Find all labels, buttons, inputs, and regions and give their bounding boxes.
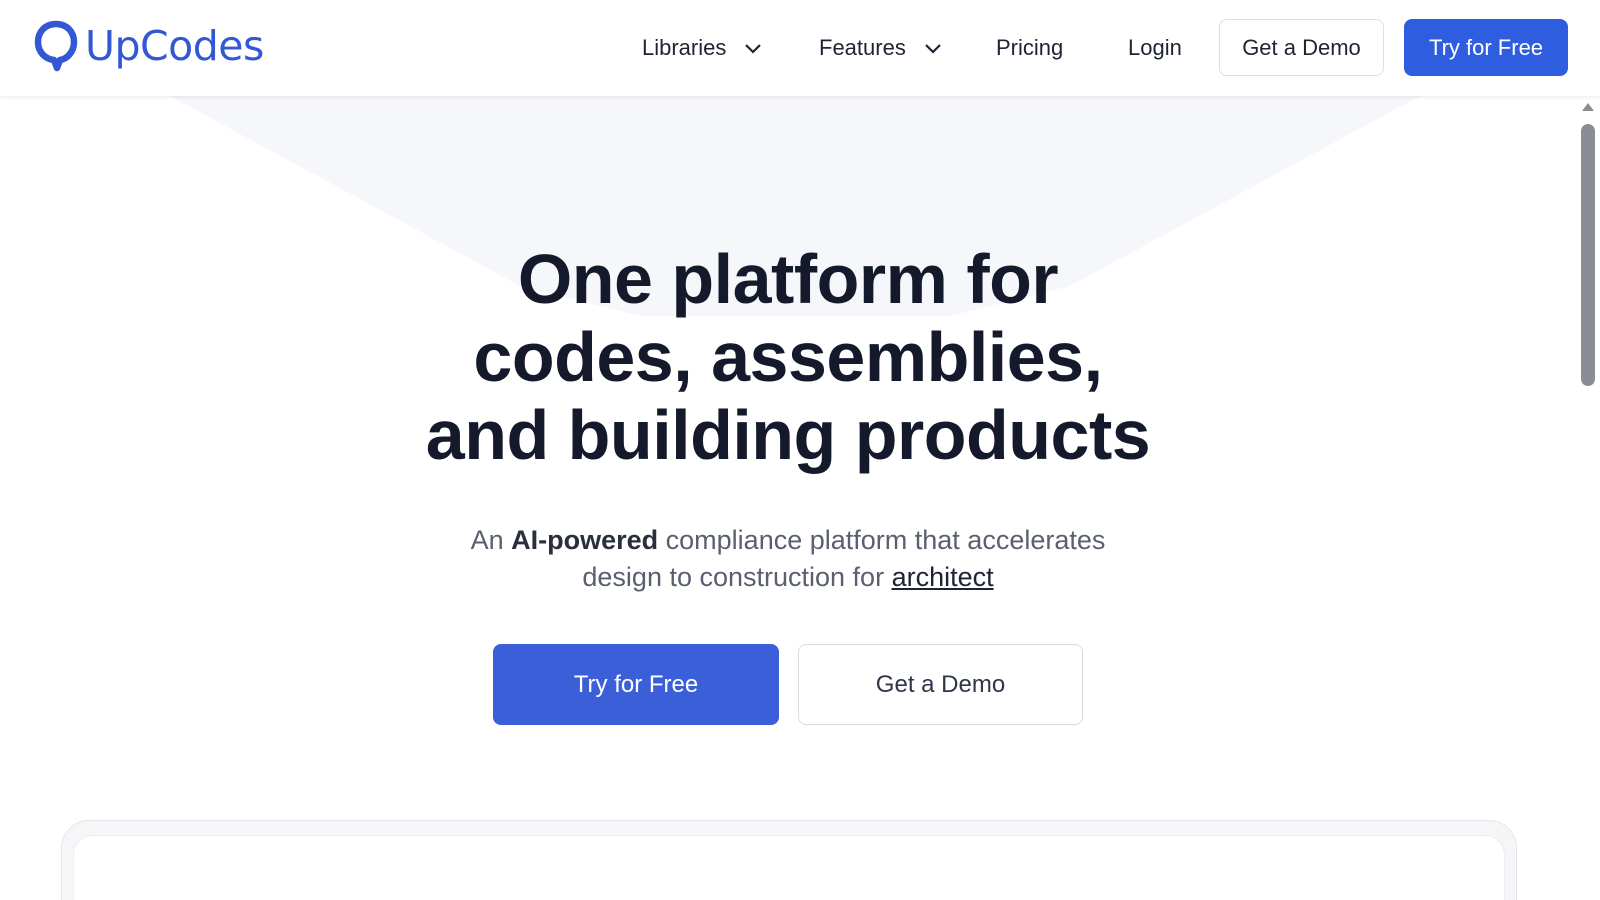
hero-subtitle: An AI-powered compliance platform that a… bbox=[0, 522, 1576, 596]
nav-libraries[interactable]: Libraries bbox=[642, 30, 762, 66]
subtitle-role-link[interactable]: architect bbox=[892, 562, 994, 592]
hero-title: One platform for codes, assemblies, and … bbox=[0, 240, 1576, 474]
scrollbar-thumb[interactable] bbox=[1581, 124, 1595, 386]
nav-pricing[interactable]: Pricing bbox=[996, 30, 1063, 66]
scroll-up-arrow-icon[interactable] bbox=[1581, 102, 1595, 112]
subtitle-middle: compliance platform that accelerates bbox=[658, 525, 1106, 555]
page-scrollbar[interactable] bbox=[1576, 96, 1600, 900]
brand-name: UpCodes bbox=[85, 22, 264, 70]
hero-title-line: and building products bbox=[425, 396, 1151, 474]
hero-get-demo-button[interactable]: Get a Demo bbox=[798, 644, 1083, 725]
product-preview-frame bbox=[61, 820, 1517, 900]
top-navbar: UpCodes Libraries Features Pricing Login… bbox=[0, 0, 1600, 96]
nav-login[interactable]: Login bbox=[1128, 30, 1182, 66]
brand-logo[interactable]: UpCodes bbox=[34, 20, 264, 72]
product-preview-panel bbox=[73, 835, 1505, 900]
hero-title-line: One platform for bbox=[517, 240, 1059, 318]
nav-login-label: Login bbox=[1128, 35, 1182, 60]
chevron-down-icon bbox=[744, 35, 762, 61]
hero-try-free-button[interactable]: Try for Free bbox=[493, 644, 779, 725]
subtitle-prefix: An bbox=[470, 525, 512, 555]
hero-title-line: codes, assemblies, bbox=[473, 318, 1103, 396]
nav-features[interactable]: Features bbox=[819, 30, 942, 66]
chevron-down-icon bbox=[924, 35, 942, 61]
nav-try-free-button[interactable]: Try for Free bbox=[1404, 19, 1568, 76]
nav-features-label: Features bbox=[819, 35, 906, 60]
nav-libraries-label: Libraries bbox=[642, 35, 727, 60]
nav-pricing-label: Pricing bbox=[996, 35, 1064, 60]
upcodes-logo-icon bbox=[34, 20, 78, 72]
nav-get-demo-button[interactable]: Get a Demo bbox=[1219, 19, 1384, 76]
subtitle-line2: design to construction for bbox=[582, 562, 892, 592]
subtitle-bold: AI-powered bbox=[511, 525, 659, 555]
